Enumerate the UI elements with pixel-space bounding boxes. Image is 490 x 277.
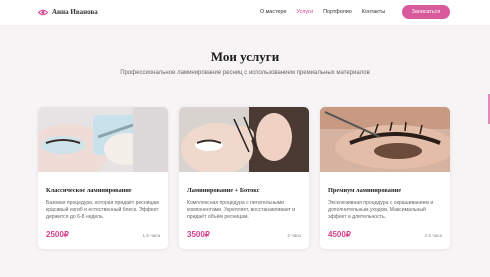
nav-link-contacts[interactable]: Контакты — [362, 9, 385, 15]
service-price: 2500₽ — [46, 230, 69, 239]
service-description: Базовая процедура, которая придаёт ресни… — [46, 200, 159, 220]
nav-link-about[interactable]: О мастере — [260, 9, 287, 15]
service-duration: 1.5 часа — [142, 233, 160, 238]
service-description: Комплексная процедура с питательными ком… — [187, 200, 296, 220]
service-duration: 2.5 часа — [424, 233, 442, 238]
service-title: Премиум ламинирование — [328, 187, 401, 194]
service-photo — [38, 107, 168, 172]
service-duration: 2 часа — [287, 233, 301, 238]
service-photo — [179, 107, 309, 172]
nav-link-services[interactable]: Услуги — [297, 9, 314, 15]
service-price: 3500₽ — [187, 230, 210, 239]
main-nav: О мастере Услуги Портфолио Контакты — [260, 9, 385, 15]
service-title: Ламинирование + Ботокс — [187, 187, 260, 194]
service-price: 4500₽ — [328, 230, 351, 239]
service-photo — [320, 107, 450, 172]
service-card-classic[interactable]: Классическое ламинирование Базовая проце… — [38, 107, 168, 249]
service-card-premium[interactable]: Премиум ламинирование Эксклюзивная проце… — [320, 107, 450, 249]
logo[interactable]: Анна Иванова — [38, 8, 98, 16]
service-title: Классическое ламинирование — [46, 187, 132, 194]
site-header: Анна Иванова О мастере Услуги Портфолио … — [0, 0, 490, 26]
eye-icon — [38, 9, 48, 15]
service-card-botox[interactable]: Ламинирование + Ботокс Комплексная проце… — [179, 107, 309, 249]
nav-link-portfolio[interactable]: Портфолио — [323, 9, 352, 15]
book-button[interactable]: Записаться — [402, 5, 450, 19]
logo-text: Анна Иванова — [52, 8, 98, 16]
section-subtitle: Профессиональное ламинирование ресниц с … — [120, 70, 370, 76]
service-description: Эксклюзивная процедура с окрашиванием и … — [328, 200, 434, 220]
section-title: Мои услуги — [210, 49, 280, 64]
